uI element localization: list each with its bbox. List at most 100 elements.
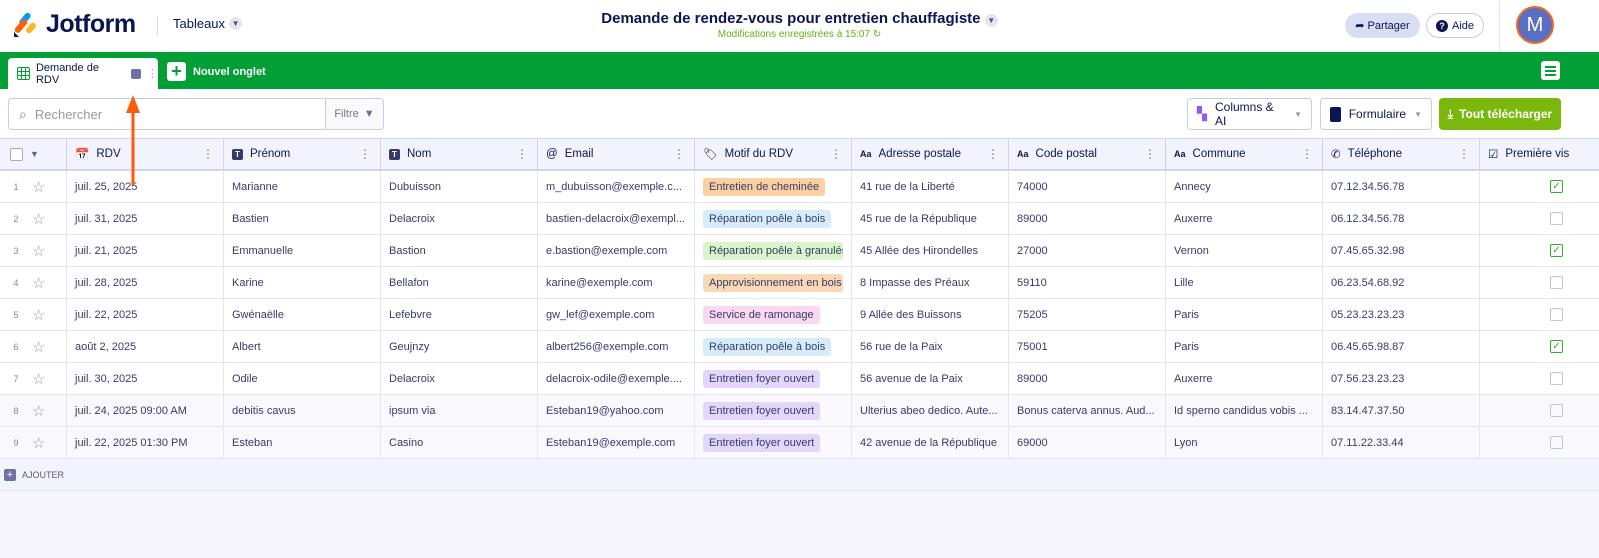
checked-checkbox[interactable]: ✓	[1550, 180, 1563, 193]
cell-prenom[interactable]: debitis cavus	[224, 395, 381, 426]
cell-adresse[interactable]: 56 rue de la Paix	[852, 331, 1009, 362]
cell-commune[interactable]: Paris	[1166, 331, 1323, 362]
table-row[interactable]: 6 ☆ août 2, 2025 Albert Geujnzy albert256@exe…	[0, 331, 1599, 363]
cell-email[interactable]: albert256@exemple.com	[538, 331, 695, 362]
cell-motif[interactable]: Réparation poêle à granulés	[695, 235, 852, 266]
cell-rdv[interactable]: juil. 31, 2025	[67, 203, 224, 234]
cell-premiere-visite[interactable]	[1480, 395, 1599, 426]
cell-adresse[interactable]: 41 rue de la Liberté	[852, 171, 1009, 202]
cell-commune[interactable]: Lyon	[1166, 427, 1323, 458]
cell-cp[interactable]: 74000	[1009, 171, 1166, 202]
cell-email[interactable]: Esteban19@exemple.com	[538, 427, 695, 458]
cell-nom[interactable]: Delacroix	[381, 363, 538, 394]
column-menu-icon[interactable]: ⋮	[830, 147, 842, 161]
cell-adresse[interactable]: Ulterius abeo dedico. Aute...	[852, 395, 1009, 426]
cell-email[interactable]: m_dubuisson@exemple.c...	[538, 171, 695, 202]
cell-prenom[interactable]: Gwénaëlle	[224, 299, 381, 330]
tab-demande-de-rdv[interactable]: Demande de RDV ⋮	[8, 58, 158, 89]
cell-rdv[interactable]: juil. 22, 2025	[67, 299, 224, 330]
star-icon[interactable]: ☆	[32, 306, 45, 324]
tab-more-icon[interactable]: ⋮	[147, 67, 158, 80]
chevron-down-icon[interactable]: ▼	[30, 149, 39, 159]
new-tab-button[interactable]: + Nouvel onglet	[167, 61, 266, 81]
cell-cp[interactable]: 75205	[1009, 299, 1166, 330]
cell-premiere-visite[interactable]	[1480, 363, 1599, 394]
cell-prenom[interactable]: Emmanuelle	[224, 235, 381, 266]
cell-nom[interactable]: Dubuisson	[381, 171, 538, 202]
column-header-adresse[interactable]: Aa Adresse postale ⋮	[852, 139, 1009, 169]
unchecked-checkbox[interactable]	[1550, 436, 1563, 449]
cell-premiere-visite[interactable]	[1480, 203, 1599, 234]
cell-motif[interactable]: Entretien foyer ouvert	[695, 427, 852, 458]
cell-email[interactable]: bastien-delacroix@exempl...	[538, 203, 695, 234]
unchecked-checkbox[interactable]	[1550, 212, 1563, 225]
cell-email[interactable]: delacroix-odile@exemple....	[538, 363, 695, 394]
table-row[interactable]: 1 ☆ juil. 25, 2025 Marianne Dubuisson m_dubui…	[0, 171, 1599, 203]
cell-email[interactable]: gw_lef@exemple.com	[538, 299, 695, 330]
cell-adresse[interactable]: 45 rue de la République	[852, 203, 1009, 234]
cell-tel[interactable]: 06.23.54.68.92	[1323, 267, 1480, 298]
cell-tel[interactable]: 07.45.65.32.98	[1323, 235, 1480, 266]
cell-prenom[interactable]: Albert	[224, 331, 381, 362]
column-menu-icon[interactable]: ⋮	[673, 147, 685, 161]
cell-commune[interactable]: Vernon	[1166, 235, 1323, 266]
cell-adresse[interactable]: 8 Impasse des Préaux	[852, 267, 1009, 298]
select-all-checkbox[interactable]	[10, 147, 23, 161]
cell-motif[interactable]: Réparation poêle à bois	[695, 203, 852, 234]
cell-commune[interactable]: Annecy	[1166, 171, 1323, 202]
star-icon[interactable]: ☆	[32, 370, 45, 388]
star-icon[interactable]: ☆	[32, 402, 45, 420]
cell-tel[interactable]: 83.14.47.37.50	[1323, 395, 1480, 426]
cell-adresse[interactable]: 45 Allée des Hirondelles	[852, 235, 1009, 266]
cell-email[interactable]: karine@exemple.com	[538, 267, 695, 298]
cell-prenom[interactable]: Marianne	[224, 171, 381, 202]
star-icon[interactable]: ☆	[32, 210, 45, 228]
avatar[interactable]: M	[1516, 6, 1554, 44]
column-menu-icon[interactable]: ⋮	[987, 147, 999, 161]
cell-nom[interactable]: Geujnzy	[381, 331, 538, 362]
cell-rdv[interactable]: juil. 21, 2025	[67, 235, 224, 266]
share-button[interactable]: ➦ Partager	[1345, 13, 1420, 38]
cell-cp[interactable]: 69000	[1009, 427, 1166, 458]
cell-nom[interactable]: Delacroix	[381, 203, 538, 234]
star-icon[interactable]: ☆	[32, 274, 45, 292]
form-button[interactable]: Formulaire ▼	[1320, 98, 1432, 130]
cell-adresse[interactable]: 9 Allée des Buissons	[852, 299, 1009, 330]
cell-email[interactable]: Esteban19@yahoo.com	[538, 395, 695, 426]
column-menu-icon[interactable]: ⋮	[1458, 147, 1470, 161]
cell-premiere-visite[interactable]	[1480, 427, 1599, 458]
cell-adresse[interactable]: 42 avenue de la République	[852, 427, 1009, 458]
cell-nom[interactable]: ipsum via	[381, 395, 538, 426]
cell-cp[interactable]: 27000	[1009, 235, 1166, 266]
unchecked-checkbox[interactable]	[1550, 372, 1563, 385]
checked-checkbox[interactable]: ✓	[1550, 340, 1563, 353]
cell-prenom[interactable]: Karine	[224, 267, 381, 298]
table-row[interactable]: 4 ☆ juil. 28, 2025 Karine Bellafon karine@exe…	[0, 267, 1599, 299]
cell-cp[interactable]: 75001	[1009, 331, 1166, 362]
table-row[interactable]: 5 ☆ juil. 22, 2025 Gwénaëlle Lefebvre gw_lef@…	[0, 299, 1599, 331]
unchecked-checkbox[interactable]	[1550, 276, 1563, 289]
cell-commune[interactable]: Auxerre	[1166, 203, 1323, 234]
column-header-motif[interactable]: 🏷 Motif du RDV ⋮	[695, 139, 852, 169]
cell-premiere-visite[interactable]: ✓	[1480, 331, 1599, 362]
cell-nom[interactable]: Casino	[381, 427, 538, 458]
column-header-rdv[interactable]: 📅 RDV ⋮	[67, 139, 224, 169]
cell-premiere-visite[interactable]	[1480, 299, 1599, 330]
column-menu-icon[interactable]: ⋮	[202, 147, 214, 161]
menu-button[interactable]	[1541, 61, 1560, 80]
cell-motif[interactable]: Entretien de cheminée	[695, 171, 852, 202]
column-header-commune[interactable]: Aa Commune ⋮	[1166, 139, 1323, 169]
cell-cp[interactable]: Bonus caterva annus. Aud...	[1009, 395, 1166, 426]
cell-tel[interactable]: 05.23.23.23.23	[1323, 299, 1480, 330]
cell-commune[interactable]: Id sperno candidus vobis ...	[1166, 395, 1323, 426]
cell-commune[interactable]: Auxerre	[1166, 363, 1323, 394]
cell-rdv[interactable]: juil. 22, 2025 01:30 PM	[67, 427, 224, 458]
cell-tel[interactable]: 07.56.23.23.23	[1323, 363, 1480, 394]
search-input[interactable]: ⌕ Rechercher	[8, 98, 326, 130]
add-row-button[interactable]: + AJOUTER	[0, 459, 1599, 491]
checked-checkbox[interactable]: ✓	[1550, 244, 1563, 257]
column-menu-icon[interactable]: ⋮	[359, 147, 371, 161]
cell-motif[interactable]: Service de ramonage	[695, 299, 852, 330]
cell-rdv[interactable]: juil. 30, 2025	[67, 363, 224, 394]
table-row[interactable]: 8 ☆ juil. 24, 2025 09:00 AM debitis cavus ip…	[0, 395, 1599, 427]
